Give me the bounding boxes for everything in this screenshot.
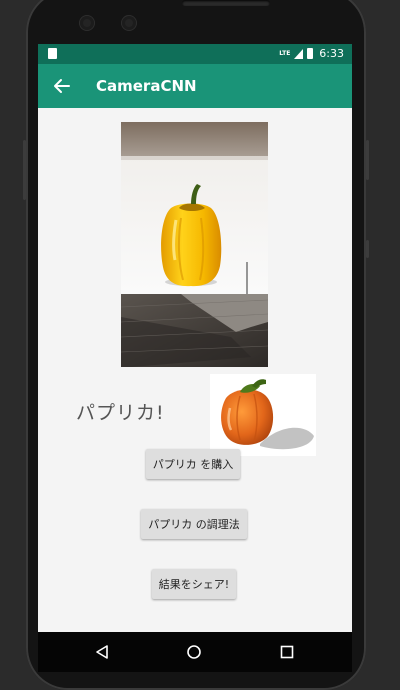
signal-icon [294,48,304,59]
nav-back-icon[interactable] [94,644,110,660]
reference-photo [210,374,316,456]
volume-button [366,140,369,180]
earpiece-speaker [182,0,270,6]
front-camera [80,16,94,30]
lte-indicator: LTE [279,49,291,57]
sensor-dot [122,16,136,30]
status-icons: LTE 6:33 [279,47,344,60]
captured-photo [121,122,268,367]
nav-recent-icon[interactable] [280,645,294,659]
main-content: パプリカ! パプリカ を購入 パプリカ の調理法 結果をシェア! [38,108,352,632]
buy-button[interactable]: パプリカ を購入 [146,449,240,479]
recipe-button[interactable]: パプリカ の調理法 [141,509,247,539]
battery-icon [307,48,314,59]
status-bar: LTE 6:33 [38,44,352,64]
nav-home-icon[interactable] [186,644,202,660]
phone-screen: LTE 6:33 CameraCNN パプリカ! パプリカ を購入 パプリカ の… [38,44,352,672]
app-bar: CameraCNN [38,64,352,108]
sim-icon [48,48,57,59]
volume-button-2 [366,240,369,258]
power-button [23,140,26,200]
arrow-back-icon[interactable] [52,76,72,96]
app-title: CameraCNN [96,77,197,95]
share-result-button[interactable]: 結果をシェア! [152,569,236,599]
navigation-bar [38,632,352,672]
status-time: 6:33 [319,47,344,60]
prediction-label: パプリカ! [76,402,165,424]
